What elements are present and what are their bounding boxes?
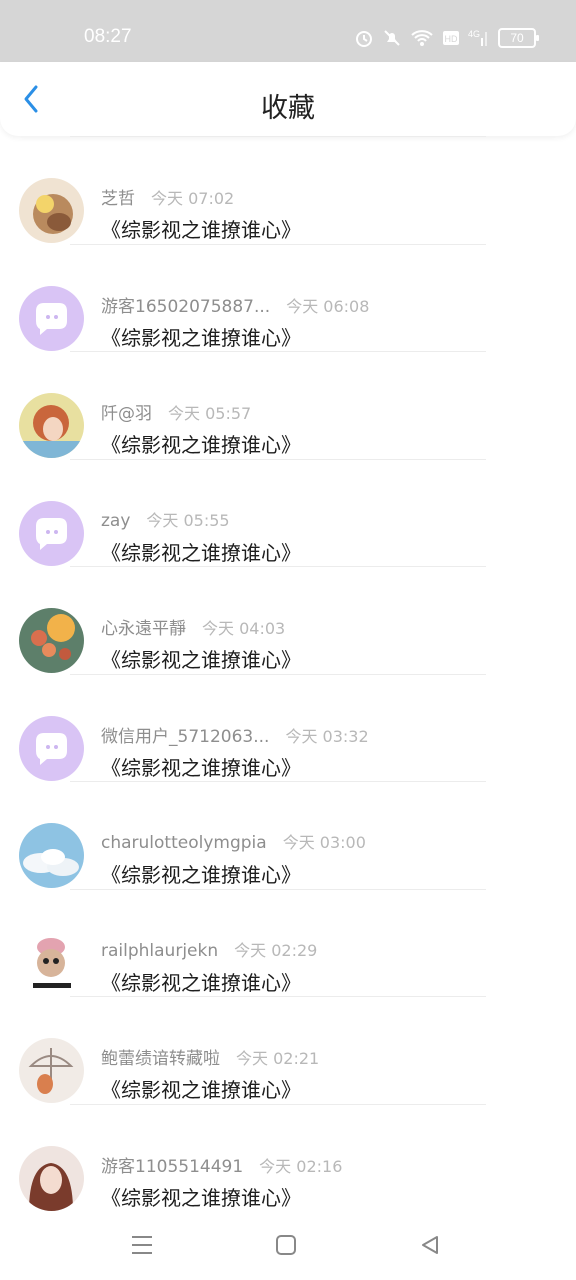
user-name: 微信用户_5712063... bbox=[101, 726, 270, 747]
user-name-line: 心永遠平靜 今天 04:03 bbox=[101, 614, 285, 639]
signal-icon: 4G bbox=[468, 29, 487, 46]
menu-icon bbox=[132, 1236, 152, 1254]
avatar[interactable] bbox=[19, 715, 84, 781]
user-name-line: 阡@羽 今天 05:57 bbox=[101, 399, 251, 424]
divider bbox=[70, 781, 486, 782]
user-name-line: 鲍蕾绩谙转藏啦 今天 02:21 bbox=[101, 1044, 319, 1069]
default-avatar-icon bbox=[19, 500, 84, 566]
timestamp: 今天 02:16 bbox=[259, 1156, 343, 1176]
mute-icon bbox=[384, 30, 400, 46]
back-nav-button[interactable] bbox=[412, 1230, 448, 1260]
default-avatar-icon bbox=[19, 285, 84, 351]
list-item[interactable]: zay 今天 05:55 《综影视之谁撩谁心》 bbox=[0, 458, 576, 567]
status-bar: 08:27 HD 4G 70 bbox=[0, 0, 576, 64]
book-title[interactable]: 《综影视之谁撩谁心》 bbox=[101, 752, 301, 781]
divider bbox=[70, 458, 486, 460]
favorites-list: 芝哲 今天 07:02 《综影视之谁撩谁心》 游客16502075887... 今天… bbox=[0, 136, 576, 1211]
timestamp: 今天 06:08 bbox=[286, 296, 370, 316]
book-title[interactable]: 《综影视之谁撩谁心》 bbox=[101, 967, 301, 996]
triangle-back-icon bbox=[422, 1236, 438, 1254]
divider bbox=[70, 243, 486, 245]
status-icons: HD 4G 70 bbox=[354, 26, 539, 50]
battery-icon: 70 bbox=[498, 28, 539, 48]
list-item[interactable]: 阡@羽 今天 05:57 《综影视之谁撩谁心》 bbox=[0, 351, 576, 459]
divider bbox=[70, 673, 486, 675]
book-title[interactable]: 《综影视之谁撩谁心》 bbox=[101, 322, 301, 351]
user-name: zay bbox=[101, 510, 131, 531]
timestamp: 今天 03:00 bbox=[282, 833, 366, 852]
avatar[interactable] bbox=[19, 823, 84, 888]
book-title[interactable]: 《综影视之谁撩谁心》 bbox=[101, 1074, 301, 1103]
avatar[interactable] bbox=[19, 608, 84, 673]
book-title[interactable]: 《综影视之谁撩谁心》 bbox=[101, 429, 301, 458]
divider bbox=[70, 566, 486, 567]
timestamp: 今天 07:02 bbox=[151, 189, 235, 208]
user-name: 鲍蕾绩谙转藏啦 bbox=[101, 1049, 220, 1069]
user-name: 游客1105514491 bbox=[101, 1156, 244, 1177]
list-item[interactable]: 心永遠平靜 今天 04:03 《综影视之谁撩谁心》 bbox=[0, 566, 576, 674]
avatar[interactable] bbox=[19, 393, 84, 458]
divider bbox=[70, 136, 486, 137]
book-title[interactable]: 《综影视之谁撩谁心》 bbox=[101, 537, 301, 566]
user-name-line: 微信用户_5712063... 今天 03:32 bbox=[101, 722, 369, 747]
user-name-line: railphlaurjekn 今天 02:29 bbox=[101, 937, 317, 961]
user-name-line: 芝哲 今天 07:02 bbox=[101, 184, 234, 209]
user-name: 游客16502075887... bbox=[101, 296, 271, 317]
list-item[interactable]: railphlaurjekn 今天 02:29 《综影视之谁撩谁心》 bbox=[0, 888, 576, 997]
divider bbox=[70, 351, 486, 352]
book-title[interactable]: 《综影视之谁撩谁心》 bbox=[101, 859, 301, 888]
menu-button[interactable] bbox=[124, 1230, 160, 1260]
book-title[interactable]: 《综影视之谁撩谁心》 bbox=[101, 214, 301, 243]
divider bbox=[70, 888, 486, 890]
user-name-line: charulotteolymgpia 今天 03:00 bbox=[101, 829, 366, 853]
page-title: 收藏 bbox=[261, 93, 315, 124]
divider bbox=[70, 1103, 486, 1105]
timestamp: 今天 04:03 bbox=[202, 619, 286, 638]
user-name: railphlaurjekn bbox=[101, 940, 219, 961]
avatar[interactable] bbox=[19, 285, 84, 351]
timestamp: 今天 05:55 bbox=[146, 510, 230, 530]
home-button[interactable] bbox=[268, 1230, 304, 1260]
list-item[interactable]: 芝哲 今天 07:02 《综影视之谁撩谁心》 bbox=[0, 136, 576, 244]
book-title[interactable]: 《综影视之谁撩谁心》 bbox=[101, 1182, 301, 1211]
book-title[interactable]: 《综影视之谁撩谁心》 bbox=[101, 644, 301, 673]
user-name: 芝哲 bbox=[101, 189, 135, 209]
wifi-icon bbox=[411, 30, 433, 46]
avatar[interactable] bbox=[19, 1145, 84, 1211]
avatar[interactable] bbox=[19, 178, 84, 243]
svg-text:4G: 4G bbox=[468, 29, 480, 39]
avatar[interactable] bbox=[19, 1038, 84, 1103]
user-name: charulotteolymgpia bbox=[101, 833, 267, 853]
avatar[interactable] bbox=[19, 500, 84, 566]
timestamp: 今天 02:29 bbox=[234, 940, 318, 960]
status-time: 08:27 bbox=[84, 26, 132, 47]
svg-text:HD: HD bbox=[445, 34, 458, 44]
timestamp: 今天 03:32 bbox=[285, 726, 369, 746]
system-nav-bar bbox=[0, 1212, 576, 1280]
list-item[interactable]: 微信用户_5712063... 今天 03:32 《综影视之谁撩谁心》 bbox=[0, 673, 576, 782]
avatar[interactable] bbox=[19, 930, 84, 996]
user-name-line: zay 今天 05:55 bbox=[101, 507, 230, 531]
divider bbox=[70, 996, 486, 997]
list-item[interactable]: 游客1105514491 今天 02:16 《综影视之谁撩谁心》 bbox=[0, 1103, 576, 1212]
timestamp: 今天 05:57 bbox=[168, 404, 252, 423]
hd-icon: HD bbox=[443, 31, 459, 45]
user-name: 阡@羽 bbox=[101, 404, 152, 424]
list-item[interactable]: charulotteolymgpia 今天 03:00 《综影视之谁撩谁心》 bbox=[0, 781, 576, 889]
home-square-icon bbox=[276, 1235, 296, 1255]
timestamp: 今天 02:21 bbox=[236, 1049, 320, 1068]
header: 收藏 bbox=[0, 62, 576, 136]
user-name: 心永遠平靜 bbox=[101, 619, 186, 639]
user-name-line: 游客16502075887... 今天 06:08 bbox=[101, 292, 369, 317]
user-name-line: 游客1105514491 今天 02:16 bbox=[101, 1152, 342, 1177]
default-avatar-icon bbox=[19, 715, 84, 781]
list-item[interactable]: 鲍蕾绩谙转藏啦 今天 02:21 《综影视之谁撩谁心》 bbox=[0, 996, 576, 1104]
list-item[interactable]: 游客16502075887... 今天 06:08 《综影视之谁撩谁心》 bbox=[0, 243, 576, 352]
alarm-icon bbox=[356, 31, 372, 47]
